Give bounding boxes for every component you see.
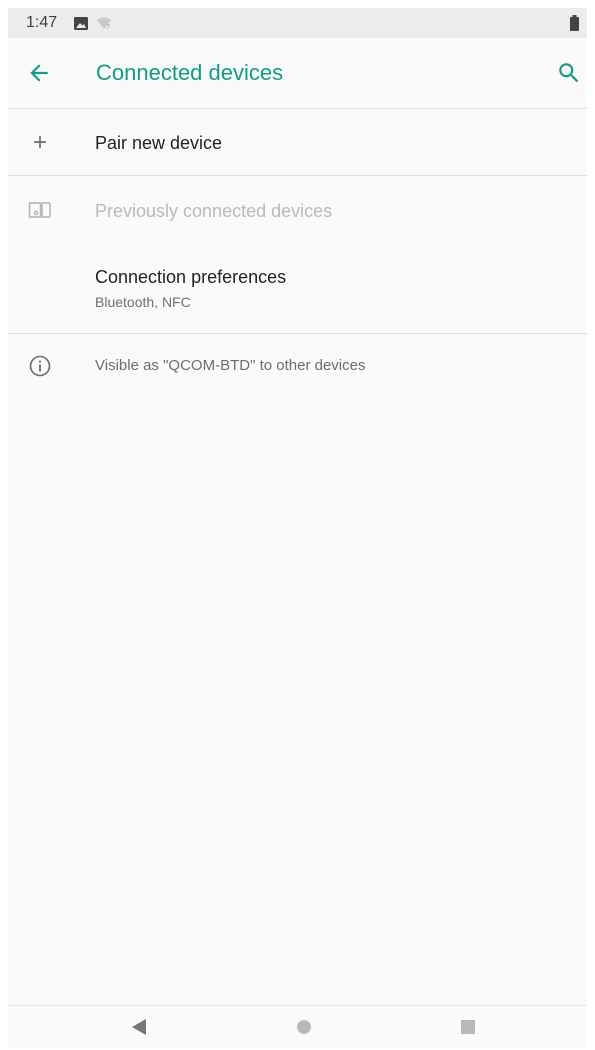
connection-preferences-summary: Bluetooth, NFC (95, 294, 191, 310)
nav-back-triangle-icon[interactable] (124, 1012, 154, 1042)
connection-preferences-row[interactable]: Connection preferences Bluetooth, NFC (8, 244, 587, 332)
status-time: 1:47 (26, 14, 58, 31)
connection-preferences-label: Connection preferences (95, 267, 287, 287)
previously-connected-devices-row[interactable]: Previously connected devices (8, 176, 587, 244)
pair-new-device-label: Pair new device (95, 133, 223, 153)
plus-icon (34, 136, 46, 148)
visibility-text: Visible as "QCOM-BTD" to other devices (95, 357, 366, 374)
screen: 1:47 ? Connected devices Pair new device (8, 8, 587, 1048)
wifi-icon: ? (97, 17, 111, 30)
svg-text:?: ? (106, 24, 110, 30)
pair-new-device-row[interactable]: Pair new device (8, 109, 587, 175)
info-icon (29, 355, 51, 377)
image-icon (74, 17, 88, 30)
arrow-back-icon[interactable] (26, 60, 52, 86)
page-title: Connected devices (96, 60, 284, 85)
nav-recents-square-icon[interactable] (453, 1012, 483, 1042)
app-bar: Connected devices (8, 38, 587, 108)
search-icon[interactable] (556, 60, 582, 86)
status-bar: 1:47 ? (8, 8, 587, 38)
devices-icon (28, 202, 51, 218)
visibility-footer: Visible as "QCOM-BTD" to other devices (8, 334, 587, 394)
nav-home-circle-icon[interactable] (289, 1012, 319, 1042)
previously-connected-devices-label: Previously connected devices (95, 201, 333, 221)
battery-icon (570, 15, 579, 31)
navigation-bar (8, 1006, 587, 1048)
